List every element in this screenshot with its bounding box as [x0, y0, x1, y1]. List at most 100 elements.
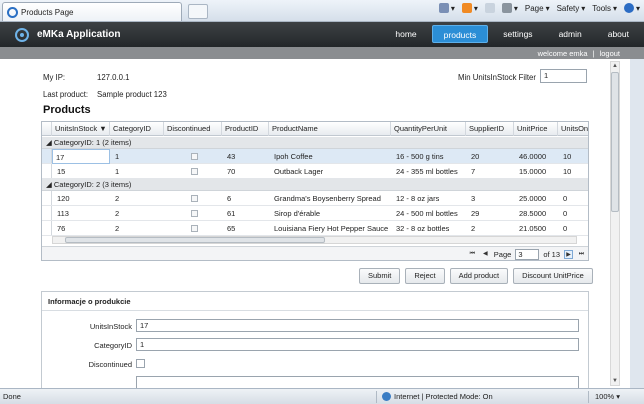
page-vertical-scrollbar[interactable]: ▲ ▼ — [602, 59, 630, 388]
cell-unitsonorder[interactable]: 0 — [560, 221, 567, 236]
mail-button[interactable] — [484, 3, 495, 13]
security-zone[interactable]: Internet | Protected Mode: On — [382, 392, 493, 401]
page-menu[interactable]: Page ▾ — [525, 4, 550, 13]
discount-unitprice-button[interactable]: Discount UnitPrice — [513, 268, 593, 284]
scroll-up-arrow-icon[interactable]: ▲ — [611, 62, 619, 70]
new-tab-button[interactable] — [188, 4, 208, 19]
discontinued-checkbox[interactable] — [191, 168, 198, 175]
cell-quantityperunit[interactable]: 12 - 8 oz jars — [393, 191, 439, 206]
cell-productname[interactable]: Ipoh Coffee — [271, 149, 313, 164]
unitsinstock-field[interactable]: 17 — [136, 319, 579, 332]
col-header-unitsonorder[interactable]: UnitsOn — [558, 122, 588, 136]
logout-link[interactable]: logout — [600, 49, 620, 58]
help-menu[interactable]: ▾ — [623, 3, 640, 13]
discontinued-checkbox[interactable] — [191, 195, 198, 202]
col-header-productid[interactable]: ProductID — [222, 122, 269, 136]
cell-discontinued[interactable] — [188, 206, 198, 221]
cell-discontinued[interactable] — [188, 191, 198, 206]
cell-categoryid[interactable]: 1 — [112, 164, 119, 179]
nav-products[interactable]: products — [431, 25, 489, 43]
cell-unitprice[interactable]: 46.0000 — [516, 149, 546, 164]
categoryid-field[interactable]: 1 — [136, 338, 579, 351]
filter-input[interactable]: 1 — [540, 69, 587, 83]
reject-button[interactable]: Reject — [405, 268, 445, 284]
browser-tab[interactable]: Products Page — [2, 2, 182, 21]
cell-unitsonorder[interactable]: 0 — [560, 191, 567, 206]
col-header-discontinued[interactable]: Discontinued — [164, 122, 222, 136]
discontinued-checkbox[interactable] — [136, 359, 145, 368]
col-header-productname[interactable]: ProductName — [269, 122, 391, 136]
scrollbar-track[interactable]: ▲ ▼ — [610, 61, 620, 386]
cell-productid[interactable]: 61 — [224, 206, 235, 221]
cell-unitsinstock[interactable]: 15 — [54, 164, 65, 179]
col-header-unitsinstock[interactable]: UnitsInStock ▼ — [52, 122, 110, 136]
cell-unitprice[interactable]: 28.5000 — [516, 206, 546, 221]
cell-quantityperunit[interactable]: 24 - 355 ml bottles — [393, 164, 458, 179]
table-row[interactable]: 76 2 65 Louisiana Fiery Hot Pepper Sauce… — [42, 221, 588, 236]
cell-discontinued[interactable] — [188, 221, 198, 236]
cell-productname[interactable]: Sirop d'érable — [271, 206, 320, 221]
cell-unitsinstock[interactable]: 17 — [52, 149, 110, 164]
discontinued-checkbox[interactable] — [191, 153, 198, 160]
cell-discontinued[interactable] — [188, 149, 198, 164]
zoom-level[interactable]: 100% ▾ — [595, 392, 620, 401]
cell-productid[interactable]: 65 — [224, 221, 235, 236]
nav-home[interactable]: home — [384, 25, 427, 43]
prev-page-button[interactable]: ◀ — [481, 250, 490, 259]
cell-productname[interactable]: Grandma's Boysenberry Spread — [271, 191, 381, 206]
cell-unitprice[interactable]: 15.0000 — [516, 164, 546, 179]
cell-unitsinstock[interactable]: 113 — [54, 206, 69, 221]
table-row[interactable]: 113 2 61 Sirop d'érable 24 - 500 ml bott… — [42, 206, 588, 221]
home-button[interactable]: ▾ — [438, 3, 455, 13]
last-page-button[interactable]: ⏭ — [577, 250, 586, 259]
cell-unitsonorder[interactable]: 0 — [560, 206, 567, 221]
cell-productid[interactable]: 70 — [224, 164, 235, 179]
table-row[interactable]: 15 1 70 Outback Lager 24 - 355 ml bottle… — [42, 164, 588, 179]
cell-categoryid[interactable]: 2 — [112, 206, 119, 221]
scroll-down-arrow-icon[interactable]: ▼ — [611, 377, 619, 385]
cell-supplierid[interactable]: 3 — [468, 191, 475, 206]
cell-productname[interactable]: Louisiana Fiery Hot Pepper Sauce — [271, 221, 388, 236]
cell-unitsonorder[interactable]: 10 — [560, 164, 571, 179]
next-field[interactable] — [136, 376, 579, 388]
discontinued-checkbox[interactable] — [191, 210, 198, 217]
cell-quantityperunit[interactable]: 32 - 8 oz bottles — [393, 221, 449, 236]
next-page-button[interactable]: ▶ — [564, 249, 573, 259]
col-header-supplierid[interactable]: SupplierID — [466, 122, 514, 136]
cell-productid[interactable]: 6 — [224, 191, 231, 206]
first-page-button[interactable]: ⏮ — [468, 250, 477, 259]
table-row[interactable]: 120 2 6 Grandma's Boysenberry Spread 12 … — [42, 191, 588, 206]
nav-admin[interactable]: admin — [548, 25, 593, 43]
col-header-categoryid[interactable]: CategoryID — [110, 122, 164, 136]
cell-productname[interactable]: Outback Lager — [271, 164, 323, 179]
table-row[interactable]: 17 1 43 Ipoh Coffee 16 - 500 g tins 20 4… — [42, 149, 588, 164]
cell-unitsinstock[interactable]: 76 — [54, 221, 65, 236]
grid-horizontal-scrollbar[interactable] — [52, 236, 577, 244]
cell-categoryid[interactable]: 2 — [112, 191, 119, 206]
cell-supplierid[interactable]: 29 — [468, 206, 479, 221]
cell-supplierid[interactable]: 7 — [468, 164, 475, 179]
col-header-unitprice[interactable]: UnitPrice — [514, 122, 558, 136]
group-header-category-1[interactable]: ◢ CategoryID: 1 (2 items) — [42, 137, 588, 149]
cell-unitsonorder[interactable]: 10 — [560, 149, 571, 164]
cell-productid[interactable]: 43 — [224, 149, 235, 164]
nav-settings[interactable]: settings — [492, 25, 543, 43]
submit-button[interactable]: Submit — [359, 268, 401, 284]
cell-quantityperunit[interactable]: 24 - 500 ml bottles — [393, 206, 458, 221]
nav-about[interactable]: about — [597, 25, 640, 43]
cell-quantityperunit[interactable]: 16 - 500 g tins — [393, 149, 444, 164]
cell-categoryid[interactable]: 2 — [112, 221, 119, 236]
scrollbar-thumb[interactable] — [65, 237, 325, 243]
cell-unitprice[interactable]: 25.0000 — [516, 191, 546, 206]
cell-supplierid[interactable]: 2 — [468, 221, 475, 236]
cell-supplierid[interactable]: 20 — [468, 149, 479, 164]
tools-menu[interactable]: Tools ▾ — [592, 4, 617, 13]
group-header-category-2[interactable]: ◢ CategoryID: 2 (3 items) — [42, 179, 588, 191]
cell-unitprice[interactable]: 21.0500 — [516, 221, 546, 236]
add-product-button[interactable]: Add product — [449, 268, 509, 284]
cell-categoryid[interactable]: 1 — [112, 149, 119, 164]
feeds-button[interactable]: ▾ — [461, 3, 478, 13]
scrollbar-thumb[interactable] — [611, 72, 619, 212]
page-number-input[interactable]: 3 — [515, 248, 540, 260]
safety-menu[interactable]: Safety ▾ — [557, 4, 586, 13]
